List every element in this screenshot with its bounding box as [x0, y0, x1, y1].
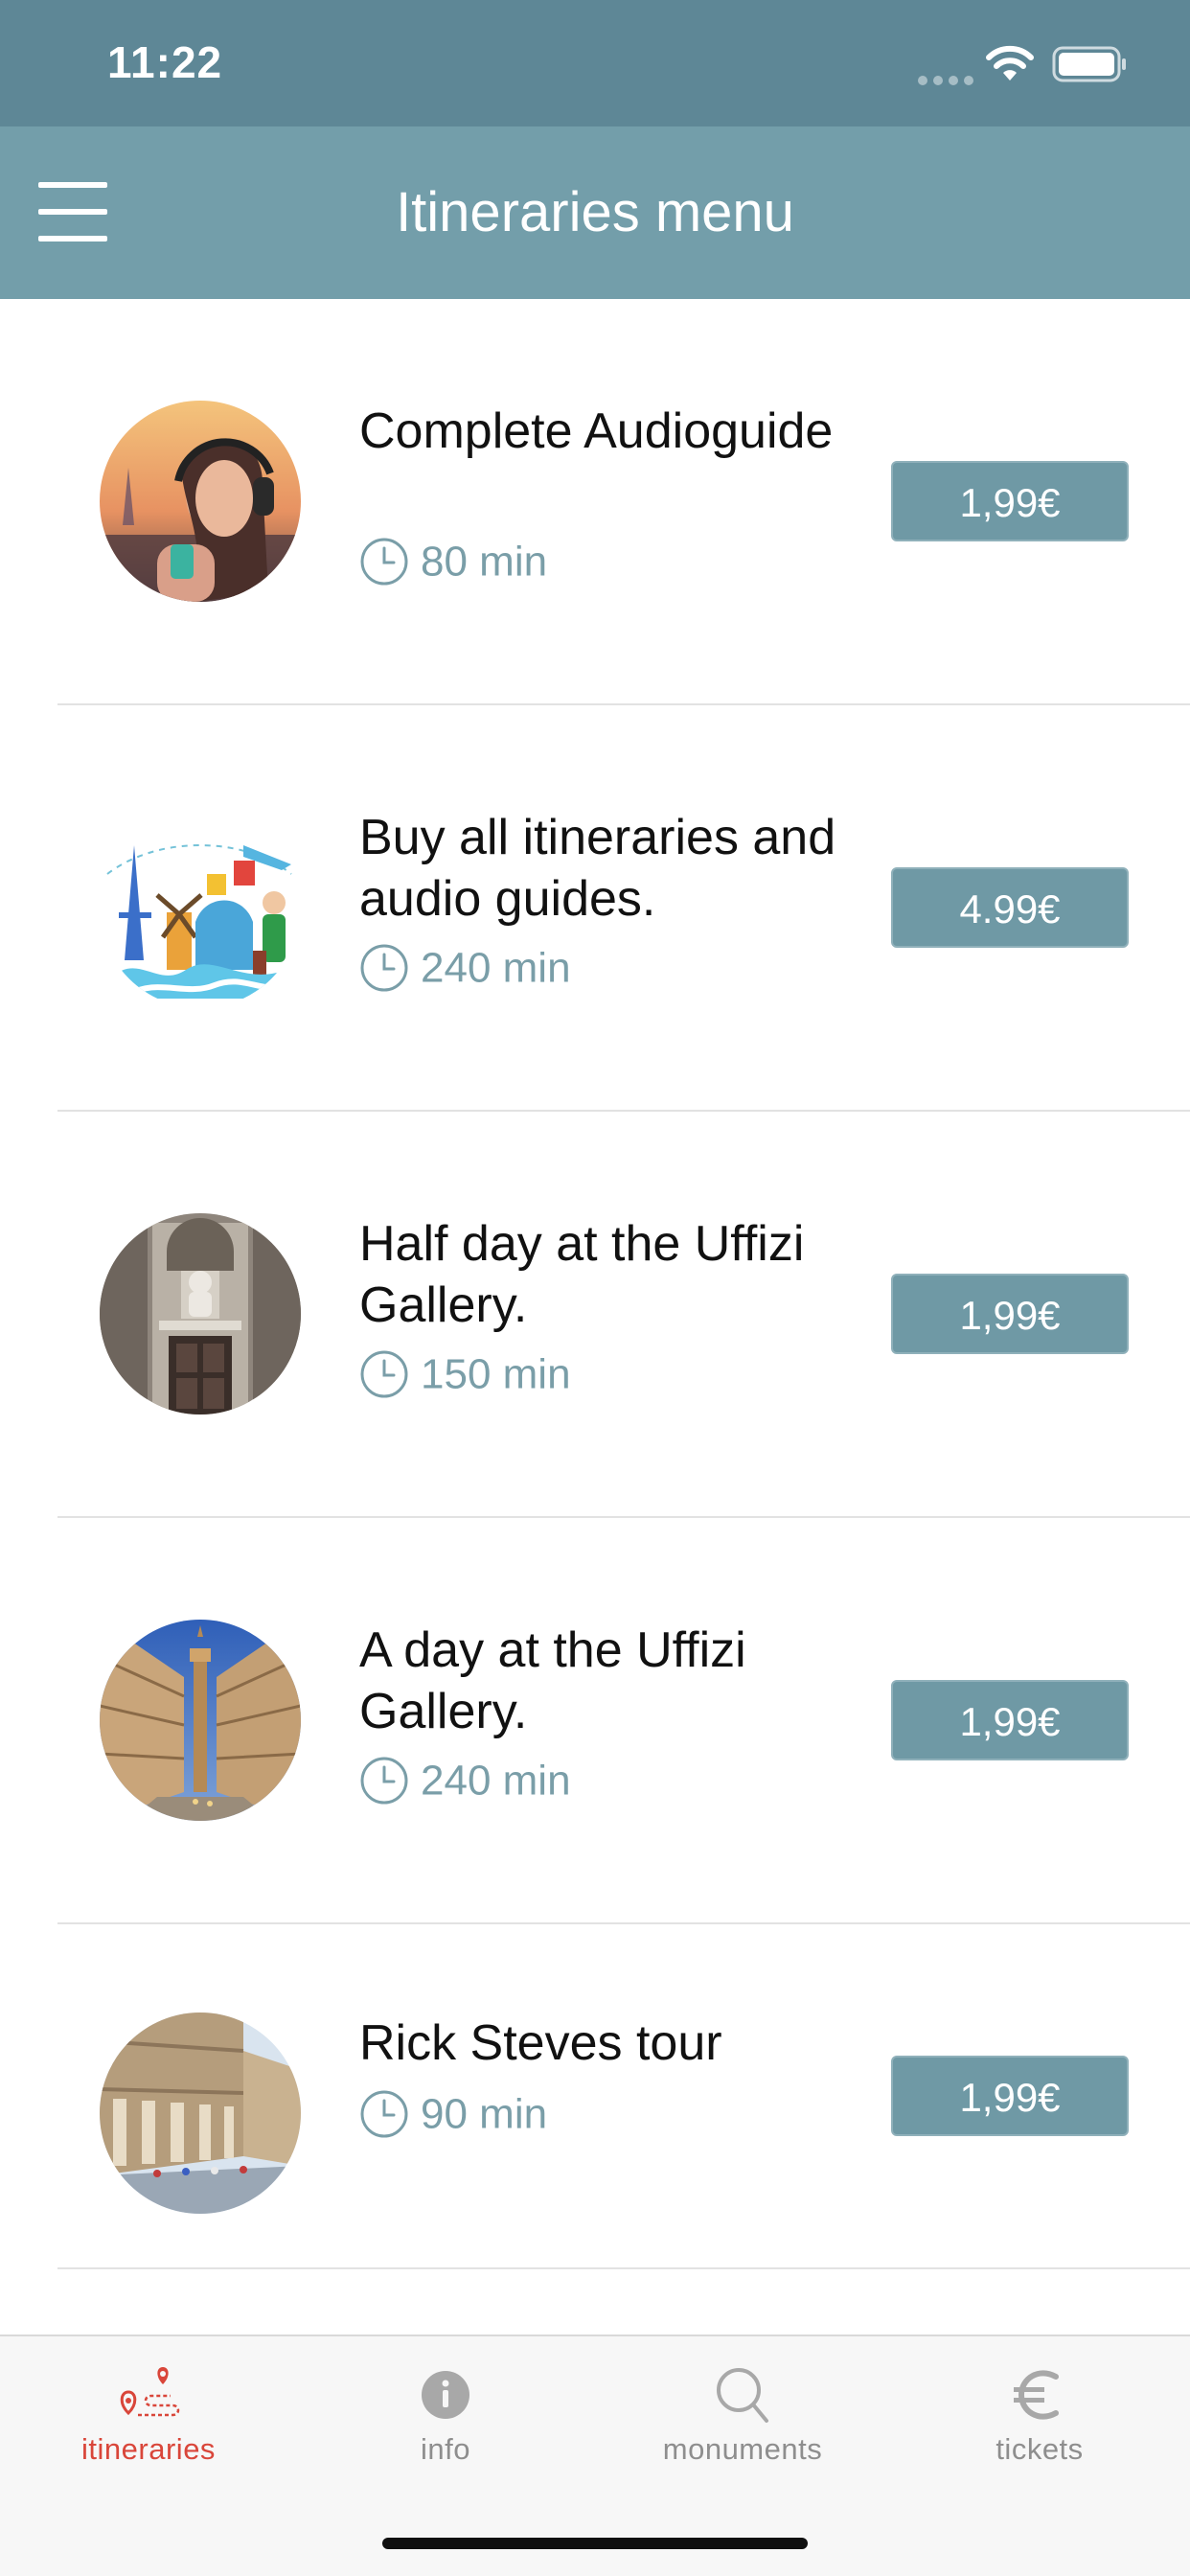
tab-label: info: [421, 2432, 470, 2466]
itinerary-thumbnail: [100, 1620, 301, 1821]
price-button[interactable]: 1,99€: [891, 1680, 1129, 1760]
home-indicator: [382, 2538, 808, 2549]
duration-text: 240 min: [421, 944, 571, 992]
cellular-signal-icon: [918, 73, 979, 90]
price-button[interactable]: 1,99€: [891, 1274, 1129, 1354]
clock-icon: [360, 2090, 408, 2138]
price-button[interactable]: 4.99€: [891, 867, 1129, 948]
row-divider: [57, 2267, 1190, 2269]
tab-monuments[interactable]: monuments: [594, 2336, 891, 2480]
euro-icon: [1014, 2370, 1059, 2420]
route-pin-icon: [120, 2367, 180, 2417]
tab-info[interactable]: info: [297, 2336, 594, 2480]
itinerary-row[interactable]: A day at the Uffizi Gallery. 240 min 1,9…: [0, 1518, 1190, 1924]
itinerary-list: Complete Audioguide 80 min 1,99€ Buy all…: [0, 299, 1190, 2269]
itinerary-title: Buy all itineraries and audio guides.: [359, 810, 836, 927]
duration-text: 80 min: [421, 538, 548, 586]
itinerary-duration: 150 min: [359, 1346, 571, 1399]
clock-icon: [360, 1757, 408, 1805]
itinerary-title: Rick Steves tour: [359, 2015, 722, 2071]
tab-label: tickets: [995, 2432, 1084, 2466]
clock-icon: [360, 1350, 408, 1398]
price-button[interactable]: 1,99€: [891, 461, 1129, 541]
battery-icon: [1052, 46, 1126, 82]
itinerary-row[interactable]: Complete Audioguide 80 min 1,99€: [0, 299, 1190, 705]
nav-bar: Itineraries menu: [0, 126, 1190, 299]
clock-icon: [360, 944, 408, 992]
tab-label: monuments: [662, 2432, 823, 2466]
itinerary-thumbnail: [100, 807, 301, 1008]
info-icon: [422, 2371, 469, 2419]
tab-label: itineraries: [81, 2432, 216, 2466]
itinerary-thumbnail: [100, 1213, 301, 1414]
itinerary-duration: 90 min: [359, 2085, 547, 2139]
itinerary-row[interactable]: Rick Steves tour 90 min 1,99€: [0, 1924, 1190, 2269]
clock-icon: [360, 538, 408, 586]
itinerary-duration: 80 min: [359, 533, 547, 586]
itinerary-duration: 240 min: [359, 939, 571, 993]
itinerary-duration: 240 min: [359, 1752, 571, 1806]
itinerary-row[interactable]: Buy all itineraries and audio guides. 24…: [0, 705, 1190, 1112]
tab-itineraries[interactable]: itineraries: [0, 2336, 297, 2480]
itinerary-title: Complete Audioguide: [359, 403, 834, 459]
itinerary-thumbnail: [100, 2012, 301, 2214]
page-title: Itineraries menu: [396, 181, 794, 243]
itinerary-row[interactable]: Half day at the Uffizi Gallery. 150 min …: [0, 1112, 1190, 1518]
duration-text: 240 min: [421, 1757, 571, 1805]
status-time: 11:22: [107, 37, 223, 87]
duration-text: 150 min: [421, 1350, 571, 1398]
price-button[interactable]: 1,99€: [891, 2056, 1129, 2136]
itinerary-title: Half day at the Uffizi Gallery.: [359, 1216, 805, 1333]
itinerary-thumbnail: [100, 401, 301, 602]
itinerary-title: A day at the Uffizi Gallery.: [359, 1622, 746, 1739]
duration-text: 90 min: [421, 2090, 548, 2138]
search-icon: [717, 2368, 768, 2423]
status-bar: 11:22: [0, 0, 1190, 126]
tab-tickets[interactable]: tickets: [891, 2336, 1188, 2480]
wifi-icon: [986, 45, 1034, 80]
